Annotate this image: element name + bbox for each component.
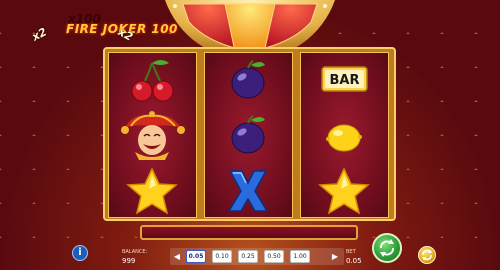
info-button[interactable]: i: [72, 245, 88, 261]
bet-increase-button[interactable]: ▶: [330, 250, 340, 263]
balance-label: BALANCE:: [122, 249, 148, 255]
joker-icon: [121, 111, 185, 160]
reel-2: [204, 52, 293, 218]
message-bar: [140, 225, 358, 240]
bet-label: BET: [346, 249, 356, 255]
spin-arrows-icon: [380, 239, 394, 257]
wheel-light: [173, 4, 177, 8]
blue-x-icon: [227, 170, 269, 212]
bet-option[interactable]: 1.00: [290, 250, 310, 263]
bet-decrease-button[interactable]: ◀: [172, 250, 182, 263]
reel-1: [108, 52, 197, 218]
bet-option[interactable]: 0.05: [186, 250, 206, 263]
bar-symbol-text: BAR: [330, 73, 360, 88]
bet-option[interactable]: 0.50: [264, 250, 284, 263]
reel-cell: [109, 53, 196, 108]
cherries-icon: [131, 60, 174, 102]
spin-button[interactable]: [372, 233, 402, 263]
multiplier-left: x2: [29, 25, 49, 44]
reel-cell: [205, 53, 292, 108]
star-icon: [126, 167, 178, 215]
reel-3: BAR: [300, 52, 389, 218]
reel-cell: BAR: [301, 53, 388, 108]
bet-option[interactable]: 0.10: [212, 250, 232, 263]
reel-cell: [301, 108, 388, 163]
reel-cell: [109, 108, 196, 163]
bet-value: 0.05: [346, 257, 362, 265]
balance-value: 999: [122, 257, 136, 265]
plum-icon: [231, 60, 265, 99]
reel-cell: [109, 163, 196, 218]
bet-option[interactable]: 0.25: [238, 250, 258, 263]
bar-icon: BAR: [321, 66, 368, 92]
star-icon: [318, 167, 370, 215]
autoplay-button[interactable]: [418, 246, 436, 264]
reel-cell: [205, 163, 292, 218]
wheel-light: [323, 4, 327, 8]
autoplay-icon: [422, 249, 432, 261]
reel-cell: [205, 108, 292, 163]
lemon-icon: [326, 124, 362, 152]
multiplier-center: x100: [68, 12, 101, 26]
game-screen: FIRE JOKER 100 x2 x100 x2 BAR i BALANCE:…: [0, 0, 500, 270]
reel-cell: [301, 163, 388, 218]
plum-icon: [231, 115, 265, 154]
